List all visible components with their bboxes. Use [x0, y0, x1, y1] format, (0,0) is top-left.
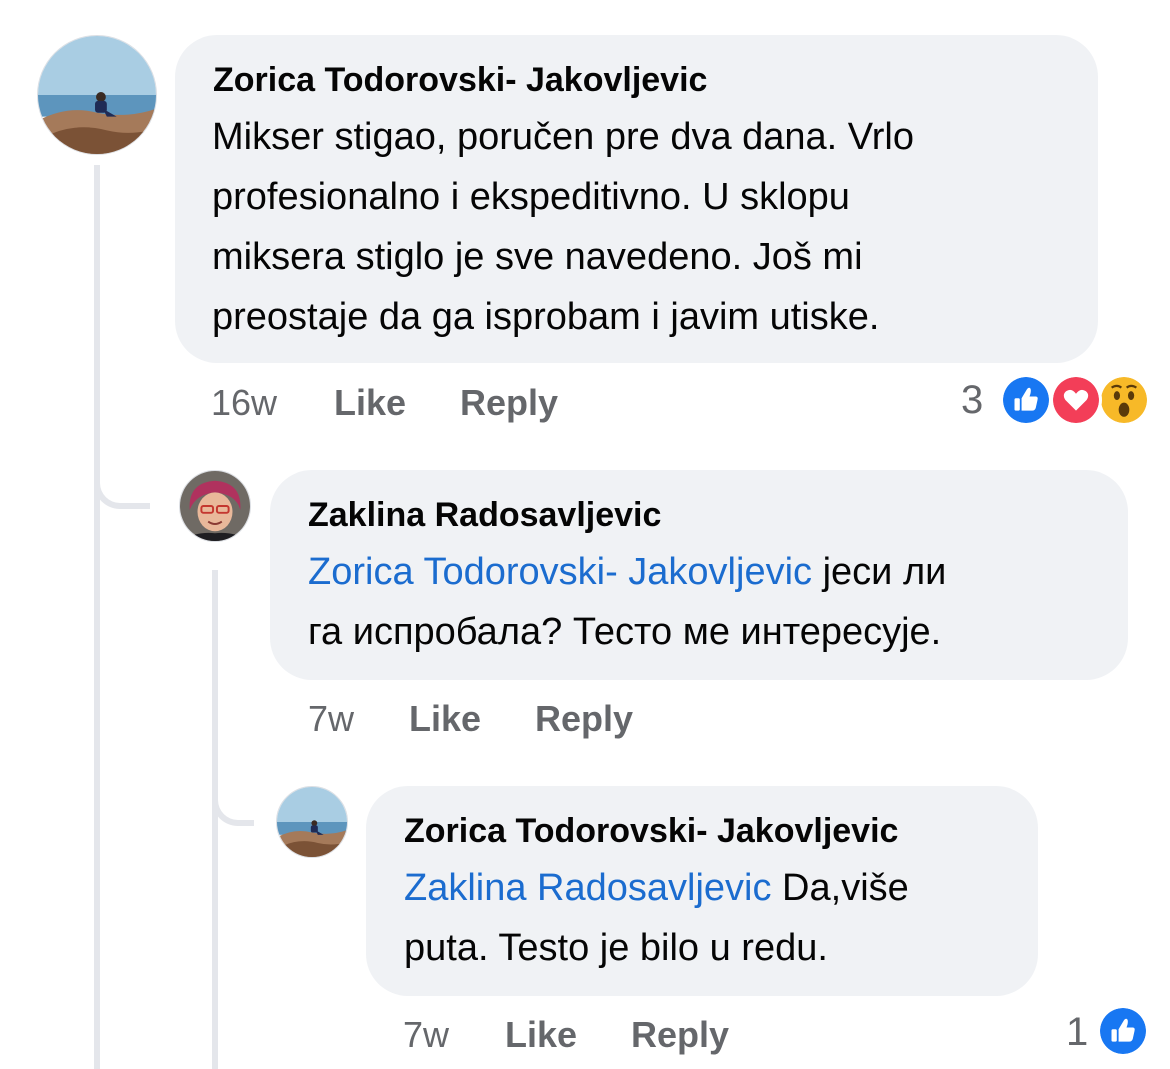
comment-bubble: Zorica Todorovski- Jakovljevic Mikser st… [175, 35, 1098, 363]
comment-text: Zorica Todorovski- Jakovljevic јеси ли г… [308, 542, 946, 662]
comment-line: preostaje da ga isprobam i javim utiske. [212, 296, 880, 338]
comment-line: Zaklina Radosavljevic Da,više [404, 858, 909, 918]
mention-link[interactable]: Zorica Todorovski- Jakovljevic [308, 551, 812, 593]
reply-button[interactable]: Reply [631, 1014, 729, 1056]
thread-curve-reply-2 [212, 760, 254, 826]
comment-author[interactable]: Zorica Todorovski- Jakovljevic [213, 61, 707, 100]
avatar-photo-icon [180, 471, 250, 541]
like-button[interactable]: Like [409, 698, 481, 740]
comment-timestamp[interactable]: 7w [403, 1014, 449, 1056]
comment-text: Mikser stigao, poručen pre dva dana. Vrl… [212, 107, 914, 347]
comment-line: Mikser stigao, poručen pre dva dana. Vrl… [212, 116, 914, 158]
mention-link[interactable]: Zaklina Radosavljevic [404, 867, 772, 909]
comment-author[interactable]: Zorica Todorovski- Jakovljevic [404, 812, 898, 851]
avatar[interactable] [37, 35, 157, 155]
comment-text-segment: јеси ли [812, 551, 947, 593]
like-icon [1097, 1005, 1149, 1057]
comment-line: га испробала? Тесто ме интересује. [308, 611, 942, 653]
comment-timestamp[interactable]: 7w [308, 698, 354, 740]
love-icon [1050, 374, 1102, 426]
avatar-photo-icon [277, 787, 347, 857]
comment-line: profesionalno i ekspeditivno. U sklopu [212, 176, 850, 218]
comment-line: miksera stiglo je sve navedeno. Još mi [212, 236, 863, 278]
reply-button[interactable]: Reply [535, 698, 633, 740]
reaction-count: 1 [1066, 1010, 1089, 1054]
avatar[interactable] [179, 470, 251, 542]
comment-line: puta. Testo je bilo u redu. [404, 927, 828, 969]
comment-timestamp[interactable]: 16w [211, 382, 277, 424]
wow-icon [1098, 374, 1150, 426]
like-button[interactable]: Like [505, 1014, 577, 1056]
avatar[interactable] [276, 786, 348, 858]
comment-line: Zorica Todorovski- Jakovljevic јеси ли [308, 542, 946, 602]
thread-line-nested [212, 570, 218, 1069]
reaction-count: 3 [961, 378, 984, 422]
like-button[interactable]: Like [334, 382, 406, 424]
comment-author[interactable]: Zaklina Radosavljevic [308, 496, 661, 535]
thread-curve-reply-1 [94, 440, 150, 509]
comment-bubble: Zaklina Radosavljevic Zorica Todorovski-… [270, 470, 1128, 680]
comment-text-segment: Da,više [771, 867, 909, 909]
like-icon [1000, 374, 1052, 426]
thread-line-main [94, 165, 100, 1069]
comment-bubble: Zorica Todorovski- Jakovljevic Zaklina R… [366, 786, 1038, 996]
reply-button[interactable]: Reply [460, 382, 558, 424]
comment-text: Zaklina Radosavljevic Da,više puta. Test… [404, 858, 909, 978]
avatar-photo-icon [38, 36, 156, 154]
